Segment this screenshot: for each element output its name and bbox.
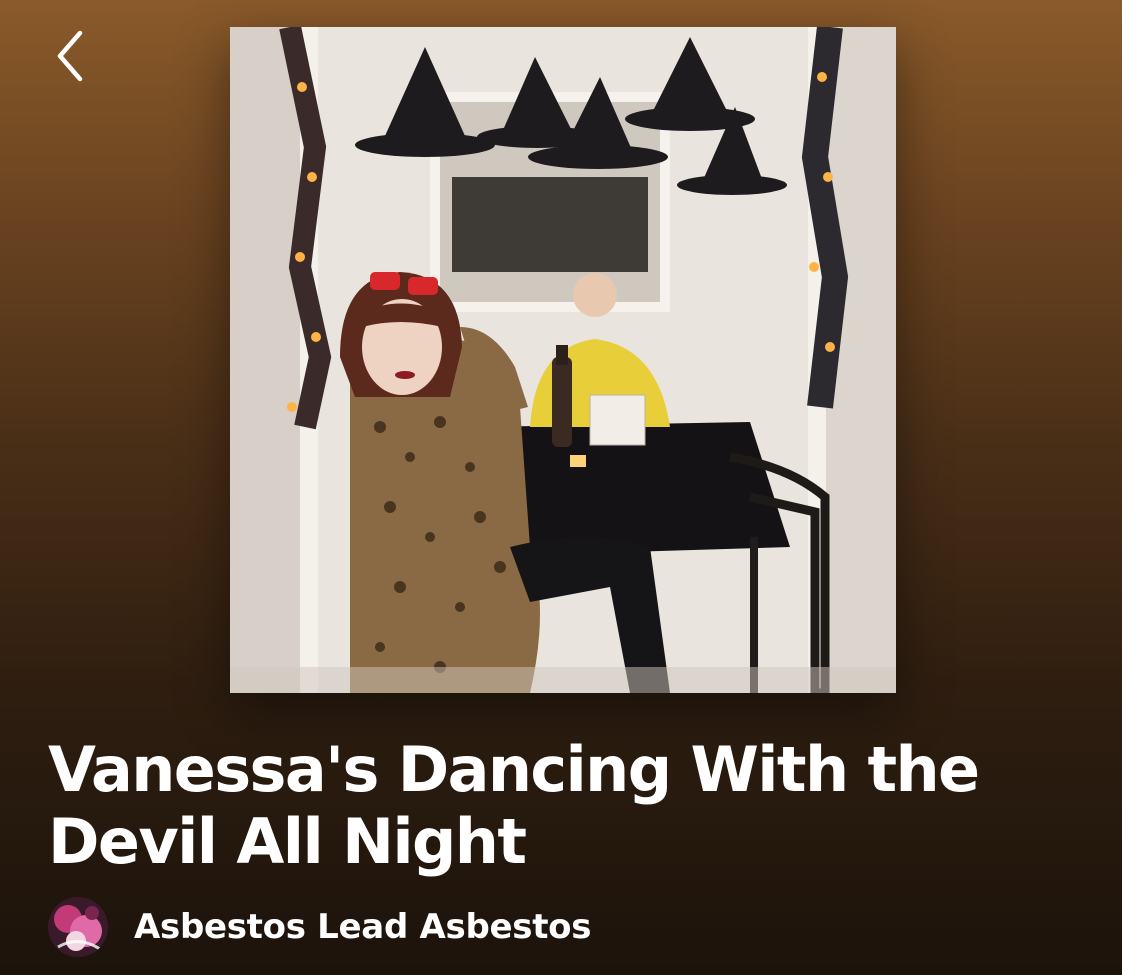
artist-row[interactable]: Asbestos Lead Asbestos — [48, 896, 591, 958]
track-title: Vanessa's Dancing With the Devil All Nig… — [48, 733, 980, 878]
back-button[interactable] — [42, 24, 98, 88]
chevron-left-icon — [57, 30, 83, 82]
artist-name[interactable]: Asbestos Lead Asbestos — [134, 907, 591, 947]
album-art — [230, 27, 896, 693]
artist-avatar[interactable] — [48, 897, 108, 957]
